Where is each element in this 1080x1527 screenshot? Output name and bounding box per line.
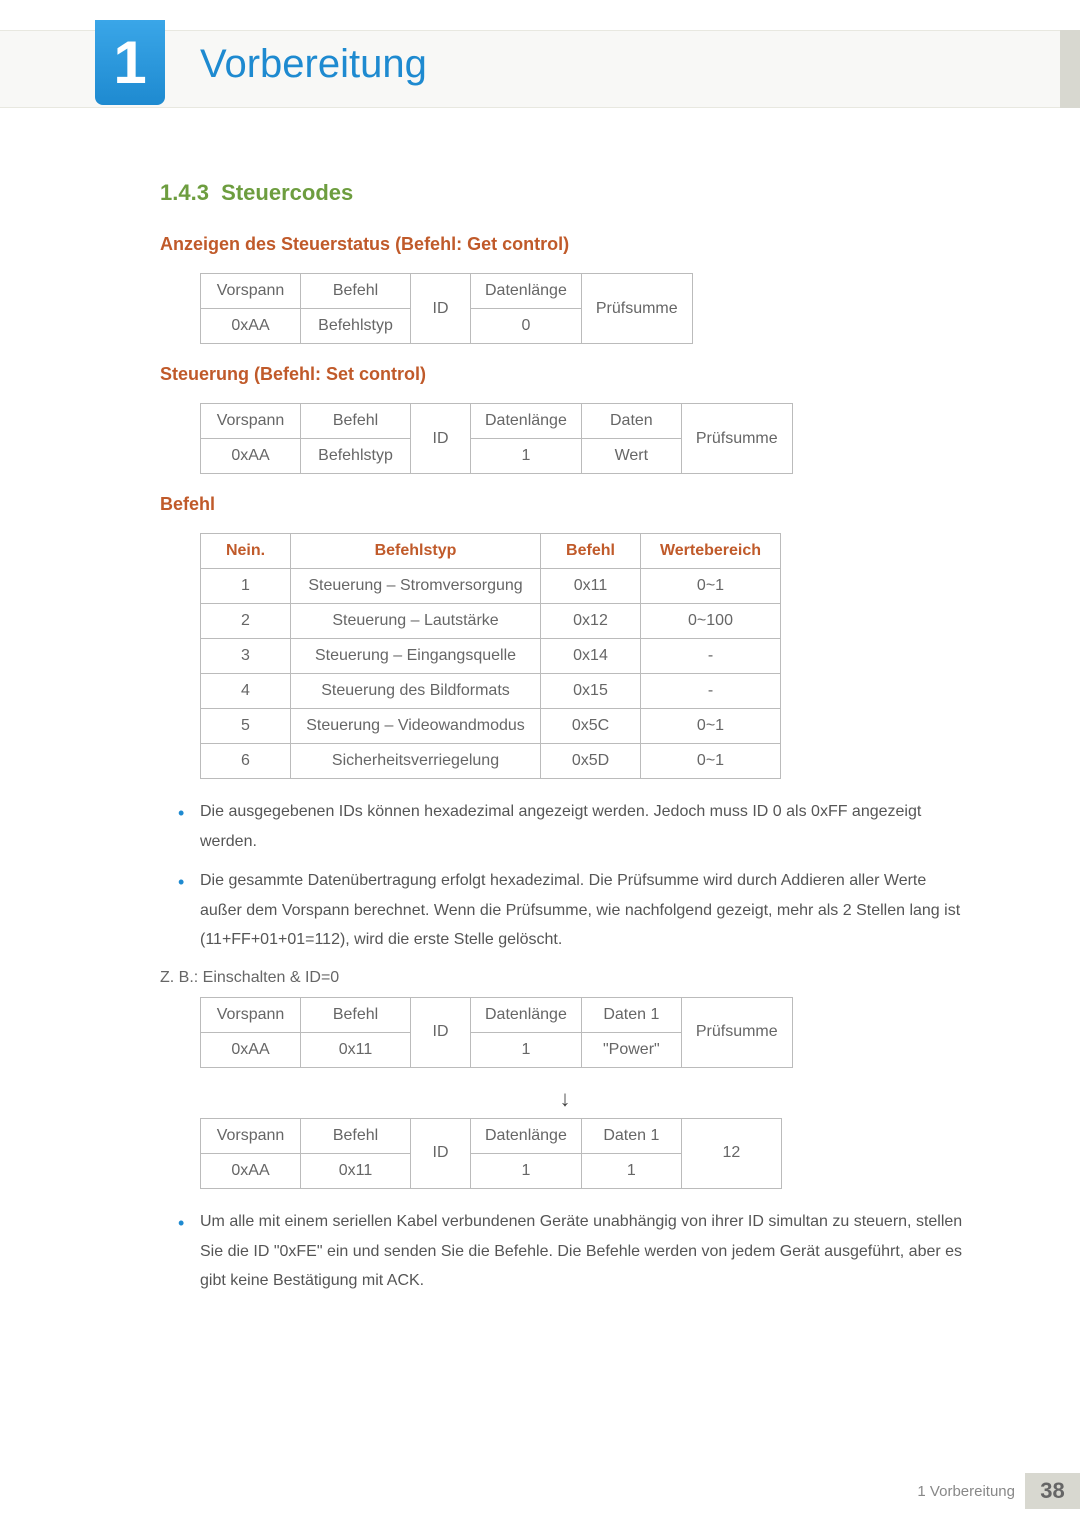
notes-list-1: Die ausgegebenen IDs können hexadezimal …: [170, 797, 970, 955]
cell: Wert: [581, 439, 681, 474]
cell: 0xAA: [201, 1032, 301, 1067]
cell: Befehlstyp: [301, 309, 411, 344]
cell: Steuerung des Bildformats: [291, 674, 541, 709]
header-cell: Befehlstyp: [291, 534, 541, 569]
list-item: Die ausgegebenen IDs können hexadezimal …: [170, 797, 970, 856]
example-label: Z. B.: Einschalten & ID=0: [160, 969, 970, 987]
cell: 3: [201, 639, 291, 674]
cell: 0x11: [541, 569, 641, 604]
cell: 0x15: [541, 674, 641, 709]
cell: Befehl: [301, 1118, 411, 1153]
cell: -: [641, 674, 781, 709]
cell: Vorspann: [201, 1118, 301, 1153]
cell: 0x5C: [541, 709, 641, 744]
header-cell: Wertebereich: [641, 534, 781, 569]
section-title: Steuercodes: [221, 180, 353, 205]
cell: 0x14: [541, 639, 641, 674]
table-row: 1Steuerung – Stromversorgung0x110~1: [201, 569, 781, 604]
subhead-set-control: Steuerung (Befehl: Set control): [160, 364, 970, 385]
cell: 0xAA: [201, 439, 301, 474]
cell: Datenlänge: [471, 997, 582, 1032]
cell: Steuerung – Videowandmodus: [291, 709, 541, 744]
table-row: 5Steuerung – Videowandmodus0x5C0~1: [201, 709, 781, 744]
header-cell: Nein.: [201, 534, 291, 569]
cell: Vorspann: [201, 404, 301, 439]
cell: Steuerung – Eingangsquelle: [291, 639, 541, 674]
list-item: Um alle mit einem seriellen Kabel verbun…: [170, 1207, 970, 1296]
cell: 1: [471, 1153, 582, 1188]
cell: 1: [201, 569, 291, 604]
cell: 0~1: [641, 569, 781, 604]
table-row: 6Sicherheitsverriegelung0x5D0~1: [201, 744, 781, 779]
cell: 0~100: [641, 604, 781, 639]
subhead-get-control: Anzeigen des Steuerstatus (Befehl: Get c…: [160, 234, 970, 255]
table-get-control: Vorspann Befehl ID Datenlänge Prüfsumme …: [200, 273, 693, 344]
cell: -: [641, 639, 781, 674]
page-content: 1.4.3 Steuercodes Anzeigen des Steuersta…: [160, 180, 970, 1310]
table-command-list: Nein. Befehlstyp Befehl Wertebereich 1St…: [200, 533, 781, 779]
chapter-badge: 1: [95, 20, 165, 105]
cell: Daten: [581, 404, 681, 439]
cell: Daten 1: [581, 1118, 681, 1153]
chapter-title: Vorbereitung: [200, 42, 427, 87]
cell: 0x5D: [541, 744, 641, 779]
cell: Datenlänge: [471, 274, 582, 309]
cell: Vorspann: [201, 997, 301, 1032]
cell: Sicherheitsverriegelung: [291, 744, 541, 779]
header-cell: Befehl: [541, 534, 641, 569]
cell: Befehl: [301, 404, 411, 439]
cell: 0xAA: [201, 309, 301, 344]
cell: ID: [411, 1118, 471, 1188]
cell: 2: [201, 604, 291, 639]
table-example-1: Vorspann Befehl ID Datenlänge Daten 1 Pr…: [200, 997, 793, 1068]
cell: Vorspann: [201, 274, 301, 309]
notes-list-2: Um alle mit einem seriellen Kabel verbun…: [170, 1207, 970, 1296]
cell: 0: [471, 309, 582, 344]
page-footer: 1 Vorbereitung 38: [917, 1473, 1080, 1509]
cell: 0~1: [641, 709, 781, 744]
cell: 0x12: [541, 604, 641, 639]
table-set-control: Vorspann Befehl ID Datenlänge Daten Prüf…: [200, 403, 793, 474]
cell: 0~1: [641, 744, 781, 779]
section-heading: 1.4.3 Steuercodes: [160, 180, 970, 206]
cell: 1: [471, 439, 582, 474]
page-number: 38: [1025, 1473, 1080, 1509]
cell: Befehl: [301, 274, 411, 309]
cell: Datenlänge: [471, 1118, 582, 1153]
section-number: 1.4.3: [160, 180, 209, 205]
cell: 1: [581, 1153, 681, 1188]
cell: 0x11: [301, 1032, 411, 1067]
cell: Steuerung – Stromversorgung: [291, 569, 541, 604]
footer-text: 1 Vorbereitung: [917, 1483, 1015, 1500]
cell: 1: [471, 1032, 582, 1067]
cell: Daten 1: [581, 997, 681, 1032]
cell: 5: [201, 709, 291, 744]
cell: 6: [201, 744, 291, 779]
cell: 12: [681, 1118, 781, 1188]
table-row: 4Steuerung des Bildformats0x15-: [201, 674, 781, 709]
table-row: 2Steuerung – Lautstärke0x120~100: [201, 604, 781, 639]
cell: ID: [411, 997, 471, 1067]
cell: Datenlänge: [471, 404, 582, 439]
subhead-befehl: Befehl: [160, 494, 970, 515]
cell: 0x11: [301, 1153, 411, 1188]
list-item: Die gesammte Datenübertragung erfolgt he…: [170, 866, 970, 955]
cell: ID: [411, 404, 471, 474]
cell: Steuerung – Lautstärke: [291, 604, 541, 639]
cell: Befehlstyp: [301, 439, 411, 474]
cell: 0xAA: [201, 1153, 301, 1188]
down-arrow-icon: ↓: [160, 1086, 970, 1112]
table-row: 3Steuerung – Eingangsquelle0x14-: [201, 639, 781, 674]
cell: ID: [411, 274, 471, 344]
table-example-2: Vorspann Befehl ID Datenlänge Daten 1 12…: [200, 1118, 782, 1189]
cell: Prüfsumme: [681, 404, 792, 474]
cell: 4: [201, 674, 291, 709]
header-accent: [1060, 30, 1080, 108]
cell: Prüfsumme: [681, 997, 792, 1067]
cell: "Power": [581, 1032, 681, 1067]
cell: Befehl: [301, 997, 411, 1032]
cell: Prüfsumme: [581, 274, 692, 344]
